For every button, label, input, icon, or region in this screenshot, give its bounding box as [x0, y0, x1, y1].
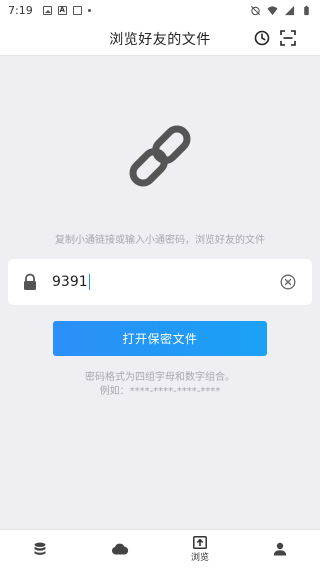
tab-browse-label: 浏览: [190, 552, 209, 563]
open-secret-file-button[interactable]: 打开保密文件: [53, 321, 267, 356]
person-icon: [273, 542, 287, 556]
format-note-line1: 密码格式为四组字母和数字组合。: [85, 372, 235, 383]
scan-button[interactable]: [278, 28, 298, 48]
database-icon: [34, 542, 46, 555]
scan-icon: [280, 30, 296, 46]
clear-input-icon[interactable]: [280, 274, 296, 290]
app-header: 浏览好友的文件: [0, 20, 320, 56]
text-cursor: [88, 274, 91, 290]
battery-icon: [304, 5, 309, 15]
hint-text: 复制小通链接或输入小通密码，浏览好友的文件: [55, 235, 265, 246]
status-time: 7:19: [8, 3, 33, 17]
tab-cloud[interactable]: [80, 530, 160, 568]
code-input-value: 9391: [52, 274, 88, 290]
tab-storage[interactable]: [0, 530, 80, 568]
download-notification-icon: [72, 5, 82, 15]
browse-icon: [193, 535, 207, 549]
link-icon: [129, 125, 191, 187]
format-note: 密码格式为四组字母和数字组合。 例如：****-****-****-****: [0, 371, 320, 399]
lock-icon: [24, 273, 36, 290]
image-notification-icon: [42, 5, 52, 15]
history-button[interactable]: [252, 28, 272, 48]
clock-icon: [254, 30, 270, 46]
status-bar: 7:19 A: [0, 0, 320, 20]
code-input-card: 9391: [8, 259, 312, 305]
code-input[interactable]: 9391: [52, 270, 272, 294]
alarm-off-icon: [250, 5, 261, 15]
tab-browse[interactable]: 浏览: [160, 530, 240, 568]
app-notification-icon: A: [57, 5, 67, 15]
format-note-line2: 例如：****-****-****-****: [99, 386, 221, 397]
bottom-tab-bar: 浏览: [0, 529, 320, 568]
more-notifications-icon: [87, 8, 91, 12]
cloud-icon: [112, 543, 129, 555]
wifi-icon: [267, 5, 278, 15]
signal-icon: [284, 5, 295, 15]
tab-profile[interactable]: [240, 530, 320, 568]
page-title: 浏览好友的文件: [109, 32, 211, 48]
